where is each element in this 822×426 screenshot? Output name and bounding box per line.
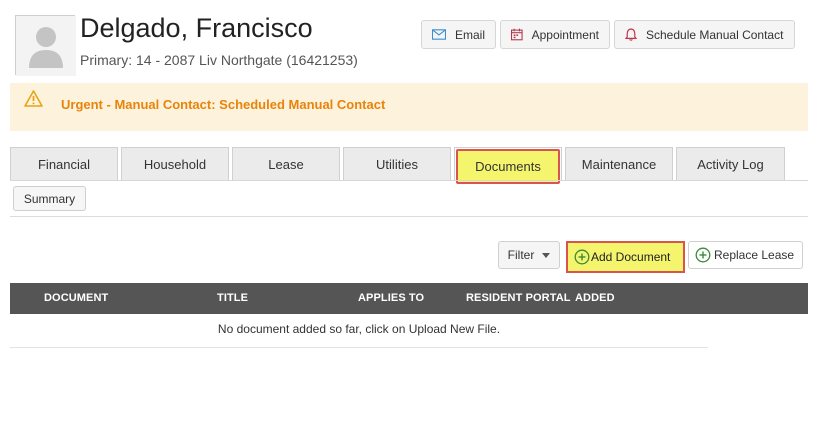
tab-label: Documents (456, 148, 560, 184)
tab-bar: Financial Household Lease Utilities Docu… (10, 147, 808, 184)
column-header-resident-portal[interactable]: RESIDENT PORTAL (466, 292, 571, 304)
filter-label: Filter (507, 248, 535, 262)
tab-maintenance[interactable]: Maintenance (565, 147, 673, 180)
tab-household[interactable]: Household (121, 147, 229, 180)
empty-table-message: No document added so far, click on Uploa… (217, 322, 501, 336)
tab-divider (10, 180, 808, 181)
tab-activity-log[interactable]: Activity Log (676, 147, 785, 180)
plus-circle-icon (574, 249, 590, 265)
person-silhouette-icon (16, 16, 76, 76)
column-header-title[interactable]: TITLE (217, 292, 248, 304)
table-bottom-divider (10, 347, 708, 348)
filter-dropdown[interactable]: Filter (498, 241, 560, 269)
avatar (15, 15, 76, 76)
subtab-divider (10, 216, 808, 217)
warning-triangle-icon (24, 90, 43, 107)
replace-lease-label: Replace Lease (714, 248, 795, 262)
tab-lease[interactable]: Lease (232, 147, 340, 180)
add-document-button[interactable]: Add Document (566, 241, 685, 273)
column-header-applies-to[interactable]: APPLIES TO (358, 292, 424, 304)
primary-unit: Primary: 14 - 2087 Liv Northgate (164212… (80, 52, 358, 68)
caret-down-icon (542, 252, 551, 258)
column-header-document[interactable]: DOCUMENT (44, 292, 108, 304)
tab-financial[interactable]: Financial (10, 147, 118, 180)
alert-text: Urgent - Manual Contact: Scheduled Manua… (61, 97, 386, 112)
resident-name: Delgado, Francisco (80, 13, 313, 43)
tab-label: Activity Log (697, 156, 764, 172)
schedule-manual-contact-button[interactable]: Schedule Manual Contact (614, 20, 795, 49)
email-button[interactable]: Email (421, 20, 496, 49)
replace-lease-button[interactable]: Replace Lease (688, 241, 803, 269)
column-header-added[interactable]: ADDED (575, 292, 615, 304)
urgent-alert: Urgent - Manual Contact: Scheduled Manua… (10, 83, 808, 131)
appointment-button[interactable]: Appointment (500, 20, 610, 49)
schedule-manual-contact-label: Schedule Manual Contact (646, 27, 784, 42)
appointment-button-label: Appointment (531, 27, 599, 42)
add-document-label: Add Document (591, 250, 671, 264)
envelope-icon (432, 29, 446, 40)
tab-label: Lease (268, 156, 304, 172)
documents-table-header: DOCUMENT TITLE APPLIES TO RESIDENT PORTA… (10, 283, 808, 314)
tab-label: Maintenance (581, 156, 657, 172)
header-actions: Email Appointment Schedule Manual Contac… (421, 20, 795, 49)
summary-button[interactable]: Summary (13, 186, 86, 211)
tab-utilities[interactable]: Utilities (343, 147, 451, 180)
bell-icon (625, 28, 637, 41)
calendar-icon (511, 28, 523, 41)
plus-circle-icon (695, 247, 711, 263)
tab-label: Household (143, 156, 207, 172)
email-button-label: Email (454, 27, 485, 42)
tab-label: Utilities (376, 156, 418, 172)
tab-label: Financial (37, 156, 91, 172)
tab-documents[interactable]: Documents (454, 147, 562, 184)
